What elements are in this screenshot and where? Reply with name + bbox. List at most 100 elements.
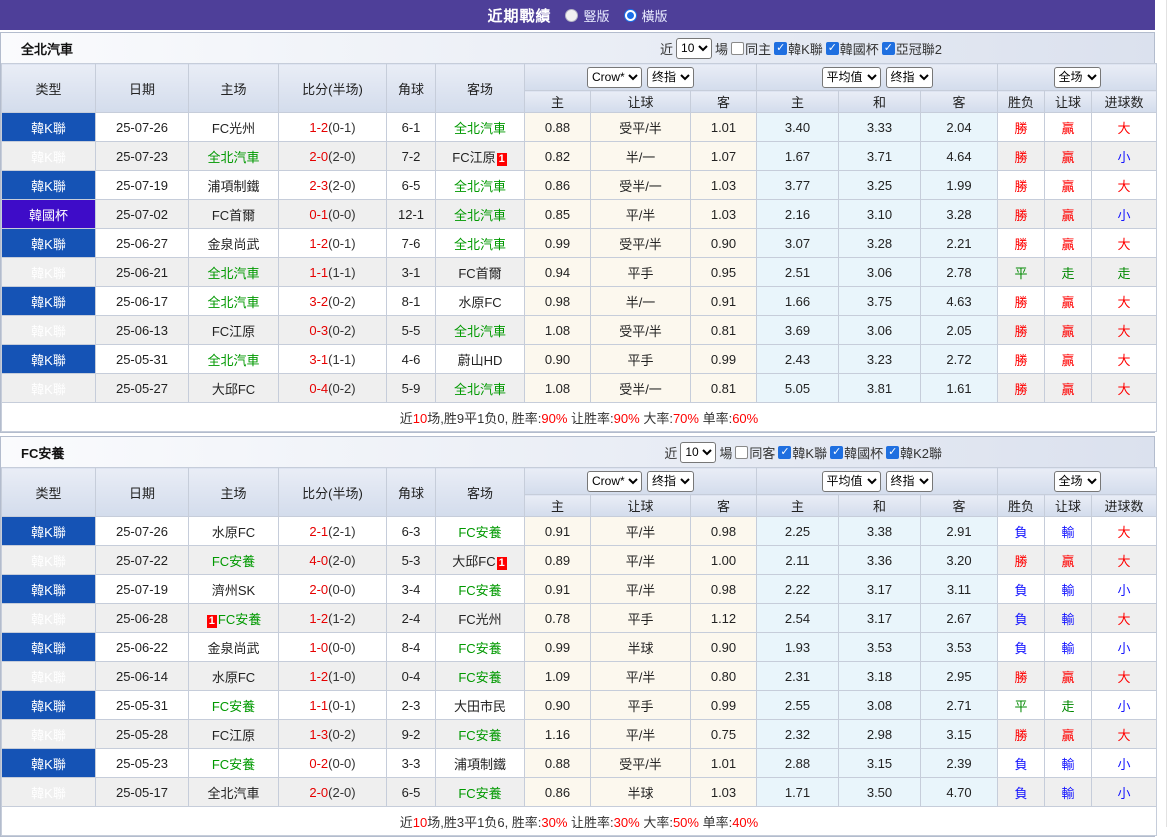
home-team-cell[interactable]: 金泉尚武 [188, 228, 279, 258]
home-team-name[interactable]: 全北汽車 [207, 150, 259, 165]
scope-select[interactable]: 全场 [1053, 66, 1101, 88]
away-team-name[interactable]: FC安養 [458, 583, 501, 598]
odds-stage-select[interactable]: 终指 [647, 470, 694, 492]
away-team-cell[interactable]: FC安養 [435, 719, 525, 749]
home-team-cell[interactable]: FC安養 [188, 690, 279, 720]
away-team-cell[interactable]: FC首爾 [435, 257, 525, 287]
odds-source-select[interactable]: Crow* [587, 66, 642, 88]
checkbox-checked-icon[interactable] [886, 445, 900, 459]
odds-source-select[interactable]: Crow* [587, 470, 642, 492]
away-team-cell[interactable]: 浦項制鐵 [435, 748, 525, 778]
home-team-name[interactable]: FC江原 [212, 728, 255, 743]
home-team-cell[interactable]: FC光州 [188, 112, 279, 142]
avg-source-select[interactable]: 平均值 [821, 470, 881, 492]
layout-option-vertical[interactable]: 豎版 [565, 6, 610, 25]
league-checkbox-3[interactable]: 亞冠聯2 [881, 39, 942, 58]
home-team-name[interactable]: FC安養 [212, 554, 255, 569]
league-cell[interactable]: 韓K聯 [1, 315, 96, 345]
away-team-name[interactable]: 全北汽車 [454, 121, 506, 136]
away-team-name[interactable]: 全北汽車 [454, 179, 506, 194]
league-checkbox-1[interactable]: 韓K聯 [778, 443, 827, 462]
home-team-cell[interactable]: 水原FC [188, 516, 279, 546]
league-cell[interactable]: 韓K聯 [1, 632, 96, 662]
away-team-cell[interactable]: FC光州 [435, 603, 525, 633]
avg-stage-select[interactable]: 终指 [885, 470, 933, 492]
away-team-name[interactable]: FC光州 [458, 612, 501, 627]
league-cell[interactable]: 韓K聯 [1, 661, 96, 691]
home-team-cell[interactable]: 金泉尚武 [188, 632, 279, 662]
home-team-name[interactable]: 濟州SK [212, 583, 255, 598]
league-cell[interactable]: 韓K聯 [1, 170, 96, 200]
home-team-name[interactable]: 浦項制鐵 [207, 179, 259, 194]
checkbox-checked-icon[interactable] [778, 445, 792, 459]
home-team-name[interactable]: 金泉尚武 [207, 237, 259, 252]
league-cell[interactable]: 韓K聯 [1, 777, 96, 807]
home-team-cell[interactable]: 全北汽車 [188, 286, 279, 316]
away-team-cell[interactable]: 大田市民 [435, 690, 525, 720]
home-team-name[interactable]: FC安養 [212, 699, 255, 714]
home-team-cell[interactable]: 水原FC [188, 661, 279, 691]
checkbox-unchecked-icon[interactable] [735, 445, 749, 459]
league-cell[interactable]: 韓K聯 [1, 603, 96, 633]
home-team-name[interactable]: 1 FC安養 [206, 612, 261, 628]
away-team-cell[interactable]: 大邱FC 1 [435, 545, 525, 575]
same-venue-checkbox[interactable]: 同主 [731, 39, 771, 58]
away-team-name[interactable]: 全北汽車 [454, 237, 506, 252]
home-team-cell[interactable]: FC安養 [188, 545, 279, 575]
league-cell[interactable]: 韓K聯 [1, 690, 96, 720]
home-team-cell[interactable]: 濟州SK [188, 574, 279, 604]
away-team-name[interactable]: FC安養 [458, 641, 501, 656]
checkbox-checked-icon[interactable] [774, 41, 788, 55]
league-cell[interactable]: 韓K聯 [1, 112, 96, 142]
league-checkbox-2[interactable]: 韓國杯 [825, 39, 879, 58]
home-team-name[interactable]: FC安養 [212, 757, 255, 772]
home-team-cell[interactable]: 全北汽車 [188, 777, 279, 807]
away-team-name[interactable]: 全北汽車 [454, 208, 506, 223]
away-team-cell[interactable]: 全北汽車 [435, 373, 525, 403]
home-team-cell[interactable]: FC江原 [188, 719, 279, 749]
home-team-cell[interactable]: FC首爾 [188, 199, 279, 229]
league-cell[interactable]: 韓K聯 [1, 373, 96, 403]
away-team-name[interactable]: FC安養 [458, 728, 501, 743]
home-team-cell[interactable]: FC安養 [188, 748, 279, 778]
away-team-name[interactable]: 蔚山HD [458, 353, 503, 368]
avg-source-select[interactable]: 平均值 [821, 66, 881, 88]
checkbox-checked-icon[interactable] [830, 445, 844, 459]
away-team-cell[interactable]: 全北汽車 [435, 112, 525, 142]
league-cell[interactable]: 韓國杯 [1, 199, 96, 229]
layout-option-horizontal[interactable]: 橫版 [623, 6, 668, 25]
away-team-name[interactable]: 浦項制鐵 [454, 757, 506, 772]
home-team-cell[interactable]: 浦項制鐵 [188, 170, 279, 200]
league-cell[interactable]: 韓K聯 [1, 286, 96, 316]
away-team-name[interactable]: 水原FC [458, 295, 501, 310]
away-team-cell[interactable]: 全北汽車 [435, 315, 525, 345]
matches-count-select[interactable]: 10 [676, 37, 713, 59]
league-checkbox-1[interactable]: 韓K聯 [774, 39, 823, 58]
home-team-cell[interactable]: 1 FC安養 [188, 603, 279, 633]
radio-unchecked-icon[interactable] [565, 8, 579, 22]
league-checkbox-2[interactable]: 韓國杯 [830, 443, 883, 462]
away-team-cell[interactable]: 水原FC [435, 286, 525, 316]
away-team-name[interactable]: 全北汽車 [454, 324, 506, 339]
matches-count-select[interactable]: 10 [680, 441, 717, 463]
home-team-name[interactable]: 全北汽車 [207, 266, 259, 281]
home-team-name[interactable]: FC江原 [212, 324, 255, 339]
checkbox-unchecked-icon[interactable] [731, 41, 745, 55]
league-cell[interactable]: 韓K聯 [1, 719, 96, 749]
away-team-name[interactable]: FC安養 [458, 525, 501, 540]
home-team-name[interactable]: 大邱FC [212, 382, 255, 397]
away-team-cell[interactable]: FC安養 [435, 516, 525, 546]
league-cell[interactable]: 韓K聯 [1, 344, 96, 374]
league-checkbox-3[interactable]: 韓K2聯 [886, 443, 942, 462]
scope-select[interactable]: 全场 [1053, 470, 1101, 492]
away-team-cell[interactable]: 蔚山HD [435, 344, 525, 374]
league-cell[interactable]: 韓K聯 [1, 574, 96, 604]
away-team-name[interactable]: 大田市民 [454, 699, 506, 714]
league-cell[interactable]: 韓K聯 [1, 141, 96, 171]
home-team-name[interactable]: 全北汽車 [207, 786, 259, 801]
away-team-name[interactable]: 大邱FC 1 [452, 554, 507, 570]
home-team-cell[interactable]: 全北汽車 [188, 257, 279, 287]
away-team-cell[interactable]: 全北汽車 [435, 170, 525, 200]
home-team-cell[interactable]: 全北汽車 [188, 141, 279, 171]
radio-checked-icon[interactable] [623, 8, 637, 22]
